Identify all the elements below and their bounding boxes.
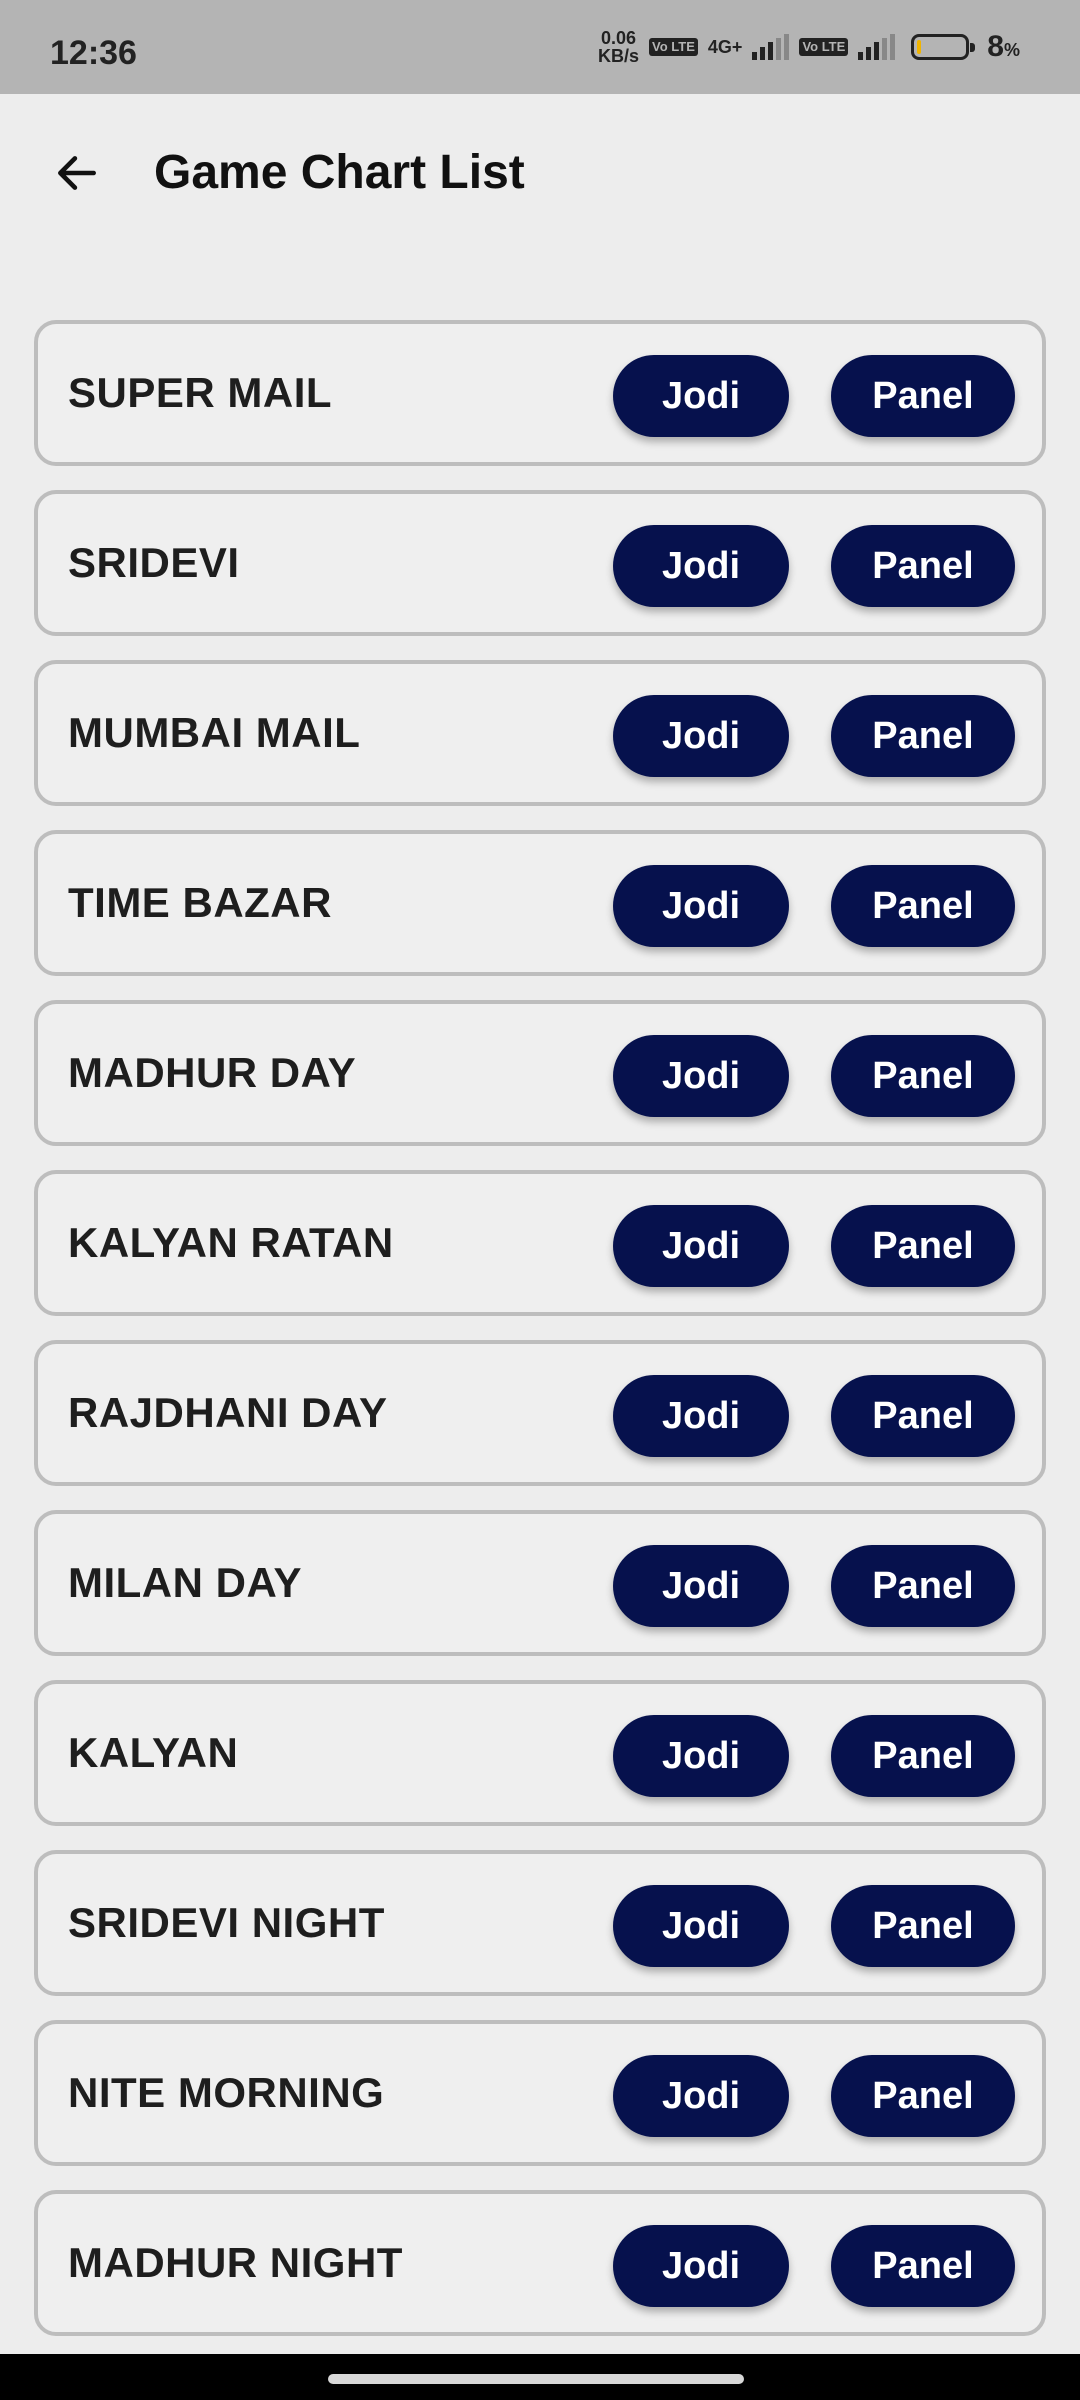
back-button[interactable]: [44, 140, 110, 206]
game-name: MADHUR DAY: [68, 1049, 357, 1096]
list-item: KALYAN Jodi Panel: [34, 1680, 1046, 1826]
arrow-left-icon: [58, 156, 96, 190]
status-icons: 0.06 KB/s Vo LTE 4G+ Vo LTE 8%: [598, 0, 1020, 94]
panel-button[interactable]: Panel: [831, 1715, 1015, 1797]
panel-button[interactable]: Panel: [831, 2055, 1015, 2137]
status-time: 12:36: [50, 34, 137, 72]
jodi-button[interactable]: Jodi: [613, 1545, 789, 1627]
game-name: NITE MORNING: [68, 2069, 385, 2116]
list-item: KALYAN RATAN Jodi Panel: [34, 1170, 1046, 1316]
network-speed: 0.06 KB/s: [598, 29, 639, 65]
jodi-button[interactable]: Jodi: [613, 355, 789, 437]
list-item: RAJDHANI DAY Jodi Panel: [34, 1340, 1046, 1486]
panel-button[interactable]: Panel: [831, 1205, 1015, 1287]
list-item: SUPER MAIL Jodi Panel: [34, 320, 1046, 466]
page-title: Game Chart List: [154, 146, 525, 199]
jodi-button[interactable]: Jodi: [613, 695, 789, 777]
panel-button[interactable]: Panel: [831, 1885, 1015, 1967]
game-name: KALYAN: [68, 1729, 239, 1776]
panel-button[interactable]: Panel: [831, 1375, 1015, 1457]
list-item: TIME BAZAR Jodi Panel: [34, 830, 1046, 976]
panel-button[interactable]: Panel: [831, 525, 1015, 607]
panel-button[interactable]: Panel: [831, 2225, 1015, 2307]
signal-icon: [752, 34, 790, 60]
panel-button[interactable]: Panel: [831, 1545, 1015, 1627]
network-speed-value: 0.06: [601, 28, 637, 48]
battery-percent: 8%: [987, 30, 1020, 63]
network-speed-unit: KB/s: [598, 46, 640, 66]
navigation-bar: [0, 2354, 1080, 2400]
jodi-button[interactable]: Jodi: [613, 1885, 789, 1967]
list-item: SRIDEVI NIGHT Jodi Panel: [34, 1850, 1046, 1996]
jodi-button[interactable]: Jodi: [613, 1715, 789, 1797]
volte-icon-2: Vo LTE: [799, 38, 849, 56]
game-name: RAJDHANI DAY: [68, 1389, 388, 1436]
panel-button[interactable]: Panel: [831, 695, 1015, 777]
signal-icon-2: [858, 34, 896, 60]
game-name: MADHUR NIGHT: [68, 2239, 403, 2286]
jodi-button[interactable]: Jodi: [613, 1375, 789, 1457]
panel-button[interactable]: Panel: [831, 355, 1015, 437]
jodi-button[interactable]: Jodi: [613, 2055, 789, 2137]
list-item: MUMBAI MAIL Jodi Panel: [34, 660, 1046, 806]
home-gesture-handle[interactable]: [328, 2374, 744, 2384]
game-name: MILAN DAY: [68, 1559, 302, 1606]
game-chart-list: SUPER MAIL Jodi Panel SRIDEVI Jodi Panel…: [34, 320, 1046, 2360]
battery-icon: [911, 34, 976, 60]
jodi-button[interactable]: Jodi: [613, 1205, 789, 1287]
panel-button[interactable]: Panel: [831, 1035, 1015, 1117]
list-item: NITE MORNING Jodi Panel: [34, 2020, 1046, 2166]
app-header: Game Chart List: [0, 94, 1080, 244]
game-name: KALYAN RATAN: [68, 1219, 394, 1266]
jodi-button[interactable]: Jodi: [613, 525, 789, 607]
network-type: 4G+: [707, 36, 743, 57]
game-name: SUPER MAIL: [68, 369, 333, 416]
jodi-button[interactable]: Jodi: [613, 2225, 789, 2307]
list-item: MADHUR NIGHT Jodi Panel: [34, 2190, 1046, 2336]
game-name: SRIDEVI NIGHT: [68, 1899, 385, 1946]
jodi-button[interactable]: Jodi: [613, 1035, 789, 1117]
game-name: SRIDEVI: [68, 539, 240, 586]
list-item: SRIDEVI Jodi Panel: [34, 490, 1046, 636]
volte-icon: Vo LTE: [649, 38, 698, 56]
list-item: MILAN DAY Jodi Panel: [34, 1510, 1046, 1656]
panel-button[interactable]: Panel: [831, 865, 1015, 947]
jodi-button[interactable]: Jodi: [613, 865, 789, 947]
game-name: MUMBAI MAIL: [68, 709, 361, 756]
battery-level-fill: [917, 40, 922, 54]
list-item: MADHUR DAY Jodi Panel: [34, 1000, 1046, 1146]
game-name: TIME BAZAR: [68, 879, 332, 926]
status-bar: 12:36 0.06 KB/s Vo LTE 4G+ Vo LTE 8%: [0, 0, 1080, 94]
